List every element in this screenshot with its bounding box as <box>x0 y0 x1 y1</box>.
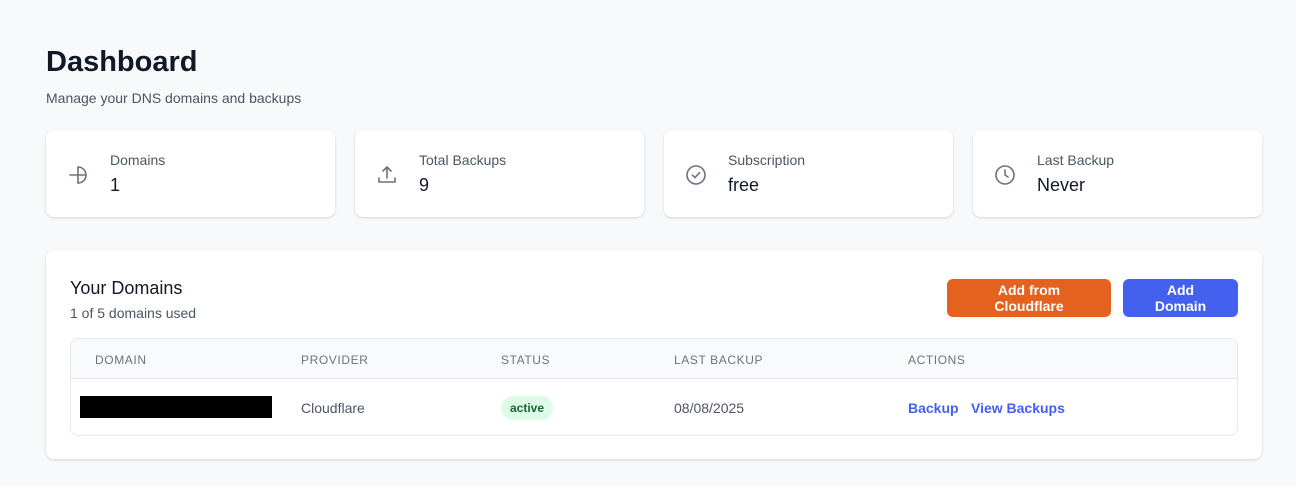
last-backup-cell: 08/08/2025 <box>674 400 745 416</box>
page-subtitle: Manage your DNS domains and backups <box>46 90 302 106</box>
column-header-domain: DOMAIN <box>95 353 147 367</box>
stat-label: Subscription <box>728 152 806 168</box>
upload-icon <box>375 163 399 187</box>
stat-value: 9 <box>419 175 430 195</box>
domains-table: DOMAIN PROVIDER STATUS LAST BACKUP ACTIO… <box>70 338 1238 436</box>
status-badge: active <box>501 396 554 420</box>
stat-value: free <box>728 175 760 195</box>
domain-usage-text: 1 of 5 domains used <box>70 305 197 321</box>
table-row: Cloudflare active 08/08/2025 Backup View… <box>71 380 1237 435</box>
table-header: DOMAIN PROVIDER STATUS LAST BACKUP ACTIO… <box>71 339 1237 379</box>
column-header-provider: PROVIDER <box>301 353 369 367</box>
add-domain-button[interactable]: Add Domain <box>1123 279 1238 317</box>
stat-label: Domains <box>110 152 166 168</box>
column-header-actions: ACTIONS <box>908 353 966 367</box>
stat-card-subscription: Subscription free <box>664 130 953 217</box>
page-title: Dashboard <box>46 46 198 78</box>
backup-link[interactable]: Backup <box>908 400 959 417</box>
stat-value: 1 <box>110 175 121 195</box>
view-backups-link[interactable]: View Backups <box>971 400 1065 417</box>
column-header-status: STATUS <box>501 353 551 367</box>
page-header: Dashboard Manage your DNS domains and ba… <box>46 44 301 107</box>
domain-name-redacted <box>80 396 272 418</box>
stat-value: Never <box>1037 175 1086 195</box>
stats-row: Domains 1 Total Backups 9 Subscription f… <box>46 130 1262 217</box>
check-circle-icon <box>684 163 708 187</box>
provider-cell: Cloudflare <box>301 400 365 416</box>
section-title: Your Domains <box>70 278 183 298</box>
stat-card-domains: Domains 1 <box>46 130 335 217</box>
dashboard-page: Dashboard Manage your DNS domains and ba… <box>0 0 1296 486</box>
add-from-cloudflare-button[interactable]: Add from Cloudflare <box>947 279 1111 317</box>
stat-card-last-backup: Last Backup Never <box>973 130 1262 217</box>
stat-card-total-backups: Total Backups 9 <box>355 130 644 217</box>
clock-icon <box>993 163 1017 187</box>
stat-label: Last Backup <box>1037 152 1115 168</box>
column-header-last-backup: LAST BACKUP <box>674 353 764 367</box>
domains-panel: Your Domains 1 of 5 domains used Add fro… <box>46 250 1262 459</box>
globe-icon <box>66 163 90 187</box>
stat-label: Total Backups <box>419 152 507 168</box>
